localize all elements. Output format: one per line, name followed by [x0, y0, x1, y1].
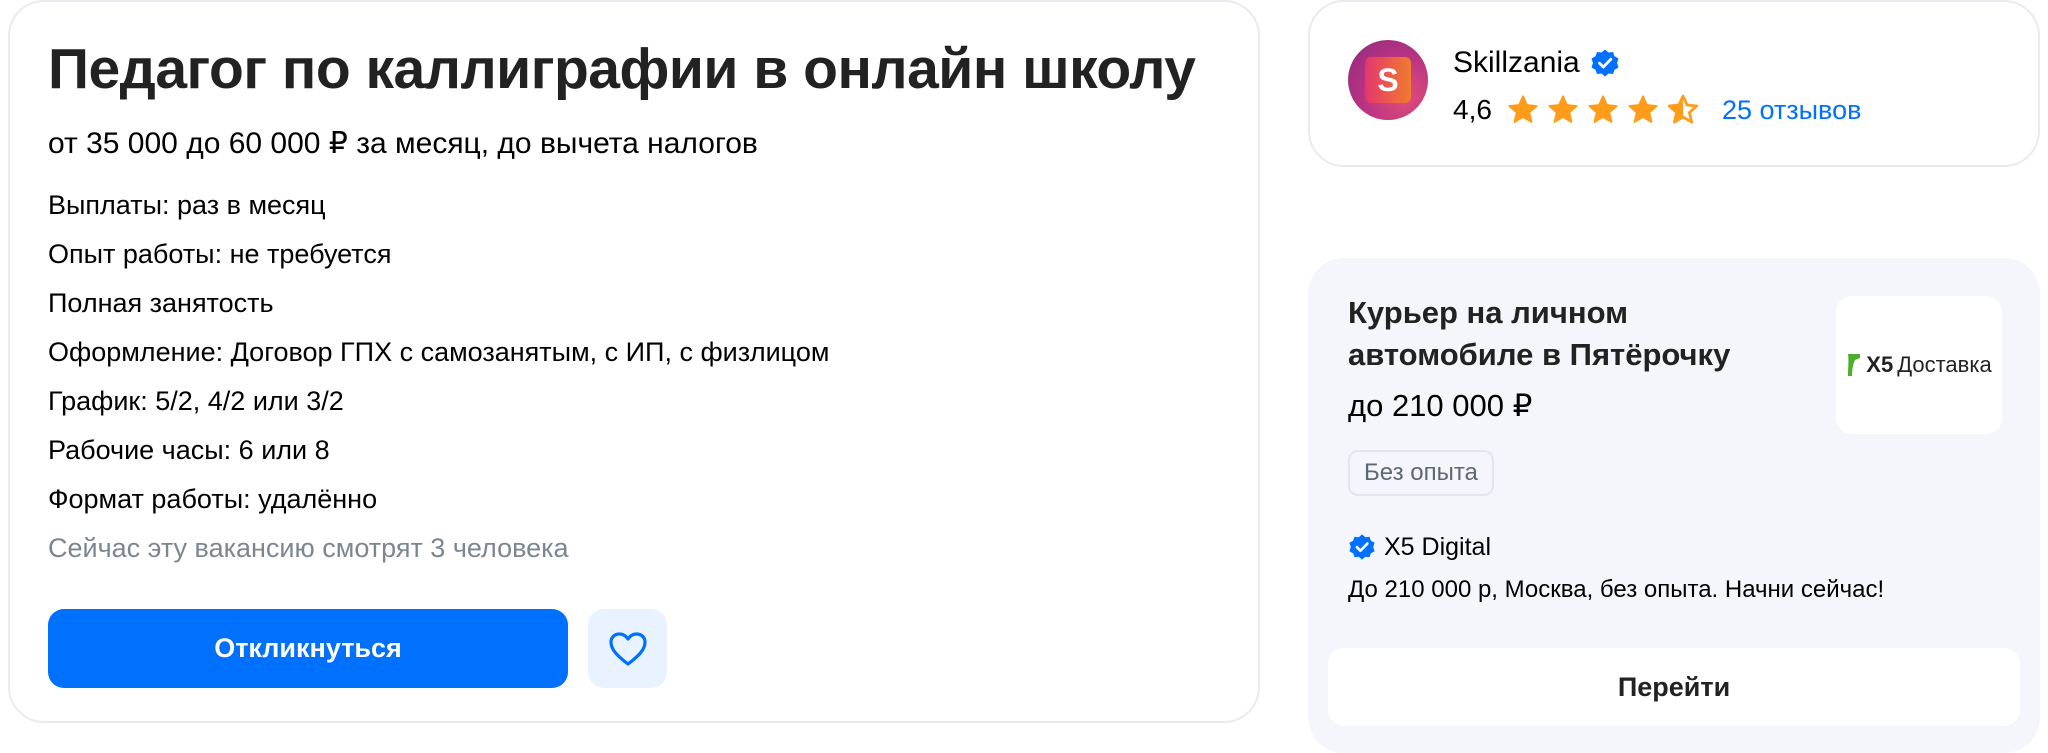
viewers-count-text: Сейчас эту вакансию смотрят 3 человека — [48, 533, 569, 563]
detail-hours: Рабочие часы: 6 или 8 — [48, 435, 330, 465]
verified-badge-icon — [1591, 49, 1619, 77]
employer-name-row[interactable]: Skillzania — [1453, 46, 1620, 80]
ad-title[interactable]: Курьер на личном автомобиле в Пятёрочку — [1348, 292, 1768, 376]
verified-badge-icon — [1349, 534, 1375, 560]
star-icon — [1628, 95, 1658, 123]
detail-contract: Оформление: Договор ГПХ с самозанятым, с… — [48, 337, 830, 367]
rating-row: 4,6 25 отзывов — [1453, 90, 1861, 130]
ad-card[interactable]: Курьер на личном автомобиле в Пятёрочку … — [1308, 258, 2040, 753]
detail-payments: Выплаты: раз в месяц — [48, 190, 326, 220]
half-star-icon — [1667, 94, 1699, 124]
ad-logo-x5: X5 — [1866, 352, 1894, 377]
employer-card[interactable]: S Skillzania 4,6 25 отзывов — [1308, 0, 2040, 167]
rating-stars — [1506, 94, 1700, 126]
ad-salary: до 210 000 ₽ — [1348, 388, 1533, 423]
respond-button[interactable]: Откликнуться — [48, 609, 568, 688]
ad-tag-no-experience: Без опыта — [1348, 450, 1494, 496]
vacancy-card: Педагог по каллиграфии в онлайн школу от… — [8, 0, 1260, 723]
go-button[interactable]: Перейти — [1328, 648, 2020, 726]
vacancy-salary: от 35 000 до 60 000 ₽ за месяц, до вычет… — [48, 127, 758, 160]
detail-employment: Полная занятость — [48, 288, 274, 318]
ad-description: До 210 000 р, Москва, без опыта. Начни с… — [1348, 576, 1885, 603]
star-icon — [1508, 95, 1538, 123]
heart-icon — [608, 631, 647, 666]
employer-logo-letter: S — [1365, 57, 1411, 103]
detail-schedule: График: 5/2, 4/2 или 3/2 — [48, 386, 344, 416]
ad-company-row: X5 Digital — [1348, 530, 1491, 564]
vacancy-details: Выплаты: раз в месяц Опыт работы: не тре… — [48, 185, 829, 528]
ad-company-logo: X5 Доставка — [1836, 296, 2002, 434]
star-icon — [1548, 95, 1578, 123]
detail-experience: Опыт работы: не требуется — [48, 239, 392, 269]
ad-company-name: X5 Digital — [1384, 532, 1491, 561]
ad-logo-delivery: Доставка — [1897, 352, 1992, 377]
reviews-link[interactable]: 25 отзывов — [1722, 95, 1862, 126]
favorite-button[interactable] — [588, 609, 667, 688]
rating-value: 4,6 — [1453, 94, 1492, 125]
x5-leaf-icon — [1846, 352, 1862, 378]
star-icon — [1588, 95, 1618, 123]
employer-logo[interactable]: S — [1348, 40, 1428, 120]
vacancy-title: Педагог по каллиграфии в онлайн школу — [48, 37, 1196, 101]
detail-work-format: Формат работы: удалённо — [48, 484, 378, 514]
employer-name[interactable]: Skillzania — [1453, 46, 1580, 80]
